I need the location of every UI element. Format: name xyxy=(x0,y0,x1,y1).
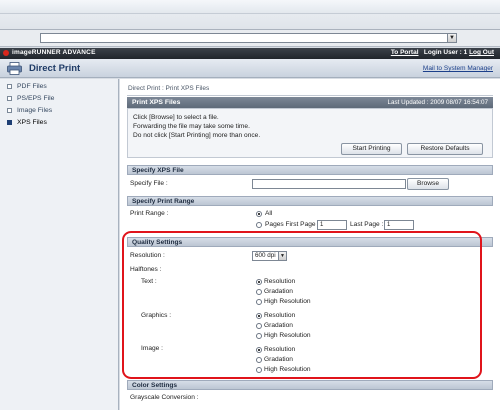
sidebar-item-label: PS/EPS File xyxy=(17,95,55,102)
restore-defaults-button[interactable]: Restore Defaults xyxy=(407,143,483,155)
divider xyxy=(127,95,493,96)
sidebar: PDF Files PS/EPS File Image Files XPS Fi… xyxy=(0,79,119,410)
print-range-label: Print Range : xyxy=(130,210,169,217)
resolution-select[interactable]: 600 dpi ▼ xyxy=(252,251,287,261)
sidebar-item-xps-files[interactable]: XPS Files xyxy=(0,117,118,128)
option-label: Resolution xyxy=(264,346,296,353)
option-label: Gradation xyxy=(264,356,293,363)
resolution-value: 600 dpi xyxy=(255,252,276,259)
specify-file-section-header: Specify XPS File xyxy=(127,165,493,175)
start-printing-button[interactable]: Start Printing xyxy=(341,143,402,155)
print-panel-header: Print XPS Files Last Updated : 2009 08/0… xyxy=(127,97,493,108)
browse-button[interactable]: Browse xyxy=(407,178,449,190)
last-updated: Last Updated : 2009 08/07 16:54:07 xyxy=(387,99,488,106)
bullet-icon xyxy=(7,120,12,125)
instruction-line: Forwarding the file may take some time. xyxy=(133,123,250,130)
app-title: Direct Print xyxy=(29,63,81,74)
bullet-icon xyxy=(7,84,12,89)
bullet-icon xyxy=(7,96,12,101)
panel-title: Print XPS Files xyxy=(132,99,181,106)
option-label: High Resolution xyxy=(264,366,311,373)
image-high-resolution-radio[interactable] xyxy=(256,367,262,373)
main-content: Direct Print : Print XPS Files Print XPS… xyxy=(120,79,500,410)
last-page-label: Last Page : xyxy=(350,221,384,228)
print-range-section-header: Specify Print Range xyxy=(127,196,493,206)
breadcrumb: Direct Print : Print XPS Files xyxy=(128,85,210,92)
grayscale-conversion-label: Grayscale Conversion : xyxy=(130,394,199,401)
option-label: High Resolution xyxy=(264,332,311,339)
top-links: To Portal Login User : 1 Log Out xyxy=(391,49,494,56)
sidebar-item-pdf-files[interactable]: PDF Files xyxy=(0,81,118,92)
halftones-label: Halftones : xyxy=(130,266,162,273)
text-high-resolution-radio[interactable] xyxy=(256,299,262,305)
print-range-all-label: All xyxy=(265,210,273,217)
chevron-down-icon: ▼ xyxy=(278,252,286,260)
browser-menu-strip xyxy=(0,0,500,14)
image-gradation-radio[interactable] xyxy=(256,357,262,363)
graphics-high-resolution-radio[interactable] xyxy=(256,333,262,339)
sidebar-item-label: XPS Files xyxy=(17,119,47,126)
first-page-input[interactable]: 1 xyxy=(317,220,347,230)
sidebar-item-label: Image Files xyxy=(17,107,53,114)
instruction-line: Do not click [Start Printing] more than … xyxy=(133,132,261,139)
bullet-icon xyxy=(7,108,12,113)
url-input[interactable] xyxy=(40,33,456,43)
graphics-halftone-label: Graphics : xyxy=(141,312,172,319)
text-halftone-label: Text : xyxy=(141,278,157,285)
url-dropdown-button[interactable]: ▼ xyxy=(447,33,457,43)
quality-settings-section-header: Quality Settings xyxy=(127,237,493,247)
resolution-label: Resolution : xyxy=(130,252,165,259)
specify-file-input[interactable] xyxy=(252,179,406,189)
print-range-all-radio[interactable] xyxy=(256,211,262,217)
login-user-label: Login User : 1 xyxy=(423,49,468,56)
image-halftone-label: Image : xyxy=(141,345,163,352)
last-page-input[interactable]: 1 xyxy=(384,220,414,230)
sidebar-item-label: PDF Files xyxy=(17,83,47,90)
brand-bar: imageRUNNER ADVANCE To Portal Login User… xyxy=(0,48,500,59)
color-settings-section-header: Color Settings xyxy=(127,380,493,390)
brand-logo-icon xyxy=(3,50,9,56)
instruction-line: Click [Browse] to select a file. xyxy=(133,114,219,121)
text-gradation-radio[interactable] xyxy=(256,289,262,295)
specify-file-label: Specify File : xyxy=(130,180,168,187)
first-page-label: Pages First Page : xyxy=(265,221,320,228)
sidebar-item-image-files[interactable]: Image Files xyxy=(0,105,118,116)
printer-icon xyxy=(7,62,22,75)
text-resolution-radio[interactable] xyxy=(256,279,262,285)
option-label: Gradation xyxy=(264,288,293,295)
print-panel-body: Click [Browse] to select a file. Forward… xyxy=(127,108,493,158)
print-range-pages-radio[interactable] xyxy=(256,222,262,228)
option-label: High Resolution xyxy=(264,298,311,305)
mail-to-system-manager-link[interactable]: Mail to System Manager xyxy=(423,65,493,72)
graphics-gradation-radio[interactable] xyxy=(256,323,262,329)
sidebar-item-ps-eps-file[interactable]: PS/EPS File xyxy=(0,93,118,104)
app-header: Direct Print Mail to System Manager xyxy=(0,59,500,78)
option-label: Gradation xyxy=(264,322,293,329)
graphics-resolution-radio[interactable] xyxy=(256,313,262,319)
to-portal-link[interactable]: To Portal xyxy=(391,49,419,56)
logout-link[interactable]: Log Out xyxy=(469,49,494,56)
option-label: Resolution xyxy=(264,312,296,319)
image-resolution-radio[interactable] xyxy=(256,347,262,353)
brand-name: imageRUNNER ADVANCE xyxy=(12,49,96,56)
option-label: Resolution xyxy=(264,278,296,285)
